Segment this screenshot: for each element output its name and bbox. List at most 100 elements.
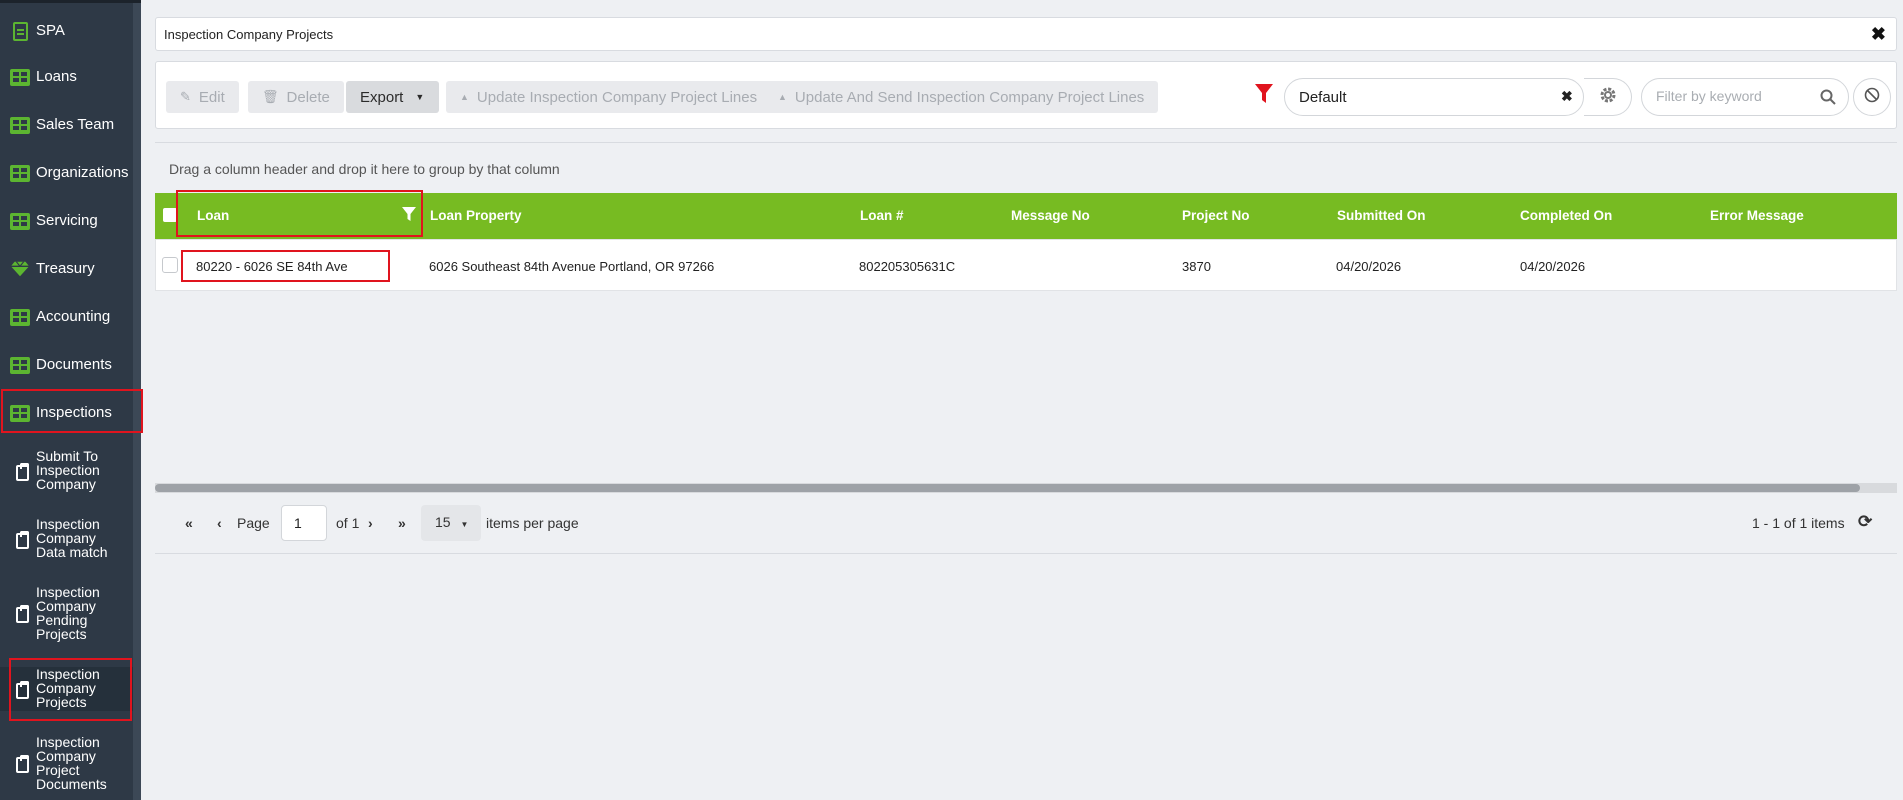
column-header-project-no[interactable]: Project No xyxy=(1182,208,1250,223)
sidebar-item-label: Documents xyxy=(36,356,112,373)
next-page-icon[interactable]: › xyxy=(368,515,373,531)
grid-icon xyxy=(10,163,30,183)
sidebar-subitem-label: Submit To Inspection Company xyxy=(36,448,100,492)
update-lines-label: Update Inspection Company Project Lines xyxy=(476,88,758,106)
clipboard-icon xyxy=(12,531,32,551)
sidebar-item-label: Servicing xyxy=(36,212,98,229)
grid-icon xyxy=(10,355,30,375)
column-header-submitted-on[interactable]: Submitted On xyxy=(1337,208,1426,223)
sidebar-item-servicing[interactable]: Servicing xyxy=(0,209,133,233)
items-summary: 1 - 1 of 1 items xyxy=(1752,515,1845,531)
column-header-message-no[interactable]: Message No xyxy=(1011,208,1090,223)
column-header-loan-number[interactable]: Loan # xyxy=(860,208,904,223)
highlight-box xyxy=(1,389,143,433)
sidebar-subitem-submit-to-inspection-company[interactable]: Submit To Inspection Company xyxy=(0,449,133,493)
grid-icon xyxy=(10,115,30,135)
page-label: Page xyxy=(237,515,270,531)
horizontal-scrollbar[interactable] xyxy=(155,483,1897,493)
cell-completed-on: 04/20/2026 xyxy=(1520,259,1586,274)
clipboard-icon xyxy=(12,755,32,775)
grid-icon xyxy=(10,67,30,87)
saved-view-value: Default xyxy=(1299,89,1347,106)
update-send-lines-label: Update And Send Inspection Company Proje… xyxy=(794,88,1145,106)
search-icon[interactable] xyxy=(1820,89,1836,110)
update-send-lines-button[interactable]: ▲ Update And Send Inspection Company Proj… xyxy=(764,81,1159,113)
update-lines-button[interactable]: ▲ Update Inspection Company Project Lines xyxy=(446,81,772,113)
gear-icon xyxy=(1599,86,1617,109)
cell-loan-property: 6026 Southeast 84th Avenue Portland, OR … xyxy=(429,259,715,274)
keyword-filter[interactable] xyxy=(1641,78,1849,116)
grid-icon xyxy=(10,211,30,231)
clear-filter-button[interactable] xyxy=(1853,78,1891,116)
caret-down-icon: ▼ xyxy=(460,520,469,529)
sidebar-item-label: Accounting xyxy=(36,308,111,325)
edit-icon: ✎ xyxy=(180,89,191,104)
highlight-box xyxy=(176,190,423,237)
page-count-label: of 1 xyxy=(336,515,360,531)
sidebar-item-loans[interactable]: Loans xyxy=(0,65,133,89)
view-settings-button[interactable] xyxy=(1584,78,1632,116)
items-per-page-label: items per page xyxy=(486,515,579,531)
clear-view-icon[interactable]: ✖ xyxy=(1561,88,1573,105)
page-number-input[interactable]: 1 xyxy=(281,505,327,541)
refresh-icon[interactable]: ⟳ xyxy=(1858,512,1872,532)
group-by-hint[interactable]: Drag a column header and drop it here to… xyxy=(169,161,560,177)
export-button[interactable]: Export ▼ xyxy=(346,81,439,113)
scrollbar-thumb[interactable] xyxy=(155,484,1860,492)
sidebar-item-label: Sales Team xyxy=(36,116,115,133)
cell-project-no: 3870 xyxy=(1182,259,1211,274)
tab-title: Inspection Company Projects xyxy=(164,27,334,42)
select-all-checkbox[interactable] xyxy=(163,208,177,222)
cell-submitted-on: 04/20/2026 xyxy=(1336,259,1402,274)
edit-button[interactable]: ✎ Edit xyxy=(166,81,239,113)
clipboard-icon xyxy=(12,463,32,483)
grid-icon xyxy=(10,307,30,327)
sidebar-item-accounting[interactable]: Accounting xyxy=(0,305,133,329)
row-checkbox[interactable] xyxy=(162,257,178,273)
clipboard-icon xyxy=(12,605,32,625)
tab-bar: Inspection Company Projects ✖ xyxy=(155,17,1897,51)
edit-label: Edit xyxy=(198,88,225,106)
saved-view-select[interactable]: Default ✖ xyxy=(1284,78,1584,116)
trash-icon: 🗑 xyxy=(262,89,279,104)
sidebar-item-label: Treasury xyxy=(36,260,95,277)
delete-button[interactable]: 🗑 Delete xyxy=(248,81,344,113)
caret-down-icon: ▼ xyxy=(415,92,425,102)
first-page-icon[interactable]: « xyxy=(185,515,193,531)
column-header-error-message[interactable]: Error Message xyxy=(1710,208,1804,223)
sidebar-item-label: SPA xyxy=(36,22,65,39)
sidebar-item-spa[interactable]: SPA xyxy=(0,19,133,43)
toolbar: ✎ Edit 🗑 Delete Export ▼ ▲ Update Inspectio… xyxy=(155,61,1897,129)
sidebar-subitem-inspection-company-data-match[interactable]: Inspection Company Data match xyxy=(0,517,133,561)
filter-icon[interactable] xyxy=(1255,84,1275,106)
highlight-box xyxy=(9,658,132,721)
divider xyxy=(155,553,1897,554)
sidebar-item-documents[interactable]: Documents xyxy=(0,353,133,377)
page-size-value: 15 xyxy=(435,514,451,530)
sidebar-subitem-inspection-company-pending-projects[interactable]: Inspection Company Pending Projects xyxy=(0,585,133,643)
close-icon[interactable]: ✖ xyxy=(1871,24,1886,45)
prev-page-icon[interactable]: ‹ xyxy=(217,515,222,531)
sidebar-item-organizations[interactable]: Organizations xyxy=(0,161,133,185)
search-input[interactable] xyxy=(1656,88,1816,104)
column-header-loan-property[interactable]: Loan Property xyxy=(430,208,522,223)
column-header-completed-on[interactable]: Completed On xyxy=(1520,208,1612,223)
table-row[interactable]: 80220 - 6026 SE 84th Ave 6026 Southeast … xyxy=(155,239,1897,291)
diamond-icon xyxy=(10,259,30,279)
sidebar-item-sales-team[interactable]: Sales Team xyxy=(0,113,133,137)
sidebar-item-treasury[interactable]: Treasury xyxy=(0,257,133,281)
pager: « ‹ Page 1 of 1 › » 15 ▼ items per page … xyxy=(155,495,1897,555)
cell-loan-number: 802205305631C xyxy=(859,259,956,274)
sidebar-item-label: Loans xyxy=(36,68,77,85)
sidebar-item-label: Organizations xyxy=(36,164,129,181)
document-icon xyxy=(10,21,30,41)
caret-up-icon: ▲ xyxy=(778,92,787,102)
highlight-box xyxy=(181,250,390,282)
page-size-select[interactable]: 15 ▼ xyxy=(421,505,481,541)
sidebar-subitem-label: Inspection Company Pending Projects xyxy=(36,584,100,642)
delete-label: Delete xyxy=(286,88,330,106)
export-label: Export xyxy=(360,88,404,106)
last-page-icon[interactable]: » xyxy=(398,515,406,531)
sidebar-subitem-inspection-company-project-documents[interactable]: Inspection Company Project Documents xyxy=(0,735,133,793)
ban-icon xyxy=(1864,87,1880,108)
